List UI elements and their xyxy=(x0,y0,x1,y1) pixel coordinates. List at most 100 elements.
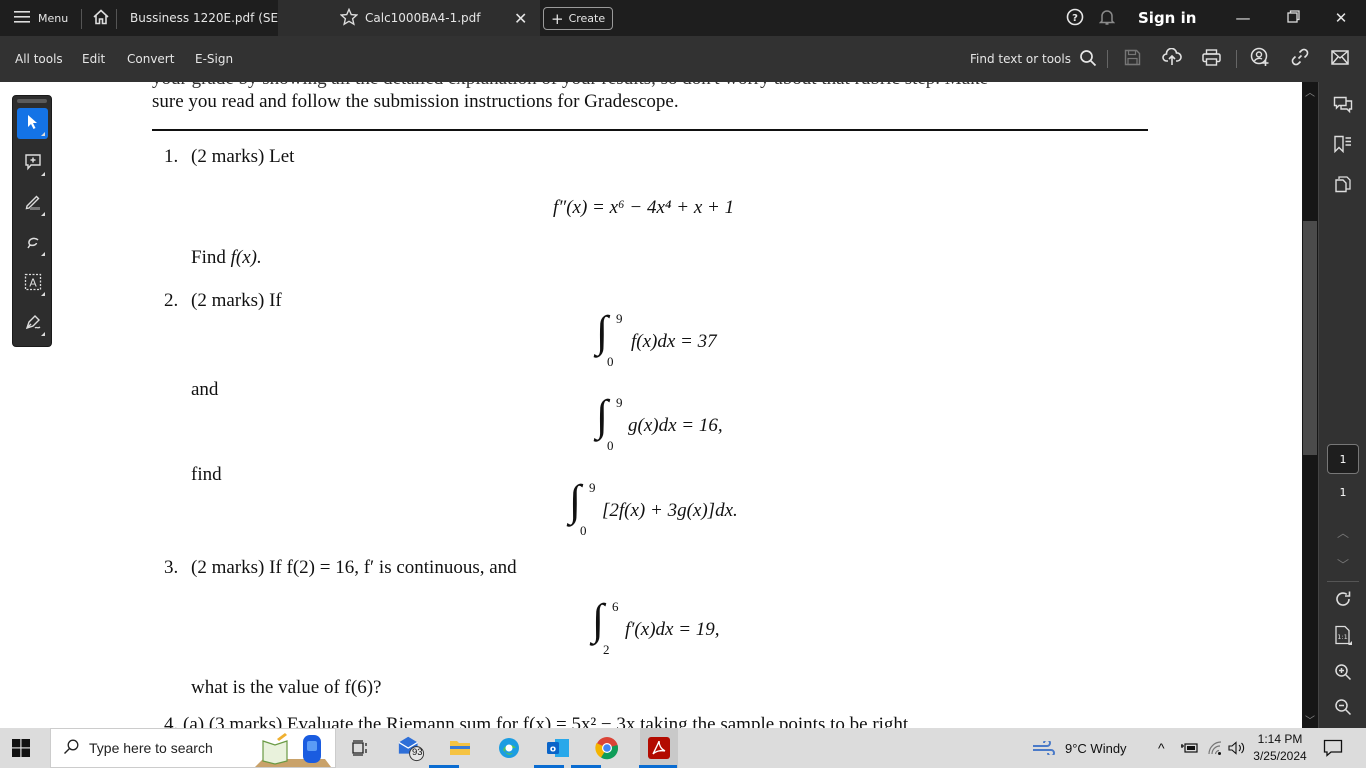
copy-link-button[interactable] xyxy=(1290,48,1310,70)
bell-icon xyxy=(1098,8,1116,29)
document-viewer[interactable]: your grade by showing all the detailed e… xyxy=(0,82,1302,728)
zoom-out-button[interactable] xyxy=(1331,697,1355,721)
scroll-up-arrow-icon[interactable]: ︿ xyxy=(1302,84,1318,99)
minimize-button[interactable]: — xyxy=(1220,0,1266,36)
save-button[interactable] xyxy=(1122,49,1142,69)
svg-text:1:1: 1:1 xyxy=(1337,633,1347,641)
upload-cloud-button[interactable] xyxy=(1162,47,1182,69)
drag-handle[interactable] xyxy=(17,99,47,103)
previous-page-button[interactable]: ︿ xyxy=(1331,520,1355,544)
restore-button[interactable] xyxy=(1270,0,1316,36)
minimize-icon: — xyxy=(1235,9,1251,27)
home-button[interactable] xyxy=(90,0,112,36)
battery-status[interactable] xyxy=(1180,728,1198,768)
help-icon: ? xyxy=(1066,8,1084,29)
current-page-input[interactable]: 1 xyxy=(1327,444,1359,474)
integrand: g(x)dx = 16, xyxy=(628,415,723,436)
acrobat-icon xyxy=(648,737,670,759)
pencil-highlight-icon xyxy=(24,193,42,215)
notification-center-button[interactable] xyxy=(1323,728,1343,768)
task-view-icon xyxy=(352,740,367,756)
scrollbar-thumb[interactable] xyxy=(1303,221,1317,455)
next-page-button[interactable]: ﹀ xyxy=(1331,552,1355,576)
highlight-tool[interactable] xyxy=(17,188,48,219)
divider xyxy=(1107,50,1108,68)
menu-convert[interactable]: Convert xyxy=(127,36,174,82)
question-3-number: 3. xyxy=(164,557,179,578)
quick-tools-palette: A xyxy=(12,95,52,347)
volume-control[interactable] xyxy=(1228,728,1246,768)
weather-widget[interactable]: 9°C Windy xyxy=(1032,728,1127,768)
chrome-button[interactable] xyxy=(593,734,621,762)
text-box-icon: A xyxy=(24,273,42,295)
comment-plus-icon xyxy=(24,153,42,175)
edge-icon xyxy=(499,738,519,758)
menu-e-sign[interactable]: E-Sign xyxy=(195,36,233,82)
find-word: Find xyxy=(191,247,226,268)
help-button[interactable]: ? xyxy=(1066,0,1084,36)
taskbar-search-box[interactable]: Type here to search xyxy=(50,728,336,768)
outlook-icon: o xyxy=(547,739,569,757)
fountain-pen-sign-icon xyxy=(24,313,42,335)
star-icon[interactable] xyxy=(339,7,359,29)
email-button[interactable] xyxy=(1330,49,1350,69)
intro-text: sure you read and follow the submission … xyxy=(152,91,679,112)
menu-edit[interactable]: Edit xyxy=(82,36,105,82)
find-label: Find text or tools xyxy=(970,52,1071,66)
create-button[interactable]: + Create xyxy=(543,7,614,30)
title-bar: Menu Bussiness 1220E.pdf (SECURED) Calc1… xyxy=(0,0,1366,36)
wifi-icon xyxy=(1208,741,1222,755)
system-clock[interactable]: 1:14 PM 3/25/2024 xyxy=(1250,731,1310,765)
zoom-in-button[interactable] xyxy=(1331,662,1355,686)
rotate-button[interactable] xyxy=(1331,589,1355,613)
hamburger-icon xyxy=(14,10,30,26)
sign-tool[interactable] xyxy=(17,308,48,339)
bookmarks-button[interactable] xyxy=(1331,134,1355,158)
home-icon xyxy=(92,8,110,28)
edge-browser-button[interactable] xyxy=(495,734,523,762)
save-icon xyxy=(1124,49,1141,70)
acrobat-button[interactable] xyxy=(640,728,678,768)
share-add-person-button[interactable] xyxy=(1250,47,1270,69)
page-fit-button[interactable]: 1:1 xyxy=(1331,625,1355,649)
menu-button[interactable]: Menu xyxy=(14,0,68,36)
print-button[interactable] xyxy=(1201,48,1221,69)
close-tab-icon[interactable]: ✕ xyxy=(514,9,527,28)
battery-charging-icon xyxy=(1181,743,1198,753)
file-explorer-button[interactable] xyxy=(446,734,474,762)
show-hidden-icons-button[interactable]: ^ xyxy=(1158,728,1165,768)
link-icon xyxy=(1291,48,1309,70)
network-status[interactable] xyxy=(1207,728,1223,768)
tab-calc-pdf[interactable]: Calc1000BA4-1.pdf ✕ xyxy=(278,0,540,36)
start-button[interactable] xyxy=(12,739,32,757)
total-pages: 1 xyxy=(1339,486,1347,499)
zoom-in-icon xyxy=(1334,663,1352,685)
mail-app-button[interactable]: 93 xyxy=(397,734,425,762)
cursor-arrow-icon xyxy=(26,114,40,134)
scroll-down-arrow-icon[interactable]: ﹀ xyxy=(1302,712,1318,727)
notifications-button[interactable] xyxy=(1098,0,1116,36)
windows-logo-icon xyxy=(12,739,30,757)
close-window-button[interactable]: ✕ xyxy=(1318,0,1364,36)
text-box-tool[interactable]: A xyxy=(17,268,48,299)
restore-icon xyxy=(1286,9,1300,27)
draw-freeform-tool[interactable] xyxy=(17,228,48,259)
task-view-button[interactable] xyxy=(346,734,374,762)
svg-text:o: o xyxy=(550,745,556,755)
page-thumbnails-button[interactable] xyxy=(1331,174,1355,198)
add-comment-tool[interactable] xyxy=(17,148,48,179)
pdf-page: your grade by showing all the detailed e… xyxy=(0,82,1302,728)
vertical-scrollbar[interactable]: ︿ ﹀ xyxy=(1302,82,1318,728)
upper-limit: 6 xyxy=(612,599,619,614)
outlook-button[interactable]: o xyxy=(544,734,572,762)
sign-in-button[interactable]: Sign in xyxy=(1138,0,1196,36)
chevron-down-icon: ﹀ xyxy=(1336,557,1349,572)
comments-button[interactable] xyxy=(1331,95,1355,119)
clock-time: 1:14 PM xyxy=(1257,732,1303,746)
zoom-out-icon xyxy=(1334,698,1352,720)
select-tool[interactable] xyxy=(17,108,48,139)
upper-limit: 9 xyxy=(616,311,623,326)
search-highlight-illustration-icon xyxy=(255,731,331,770)
find-text-or-tools[interactable]: Find text or tools xyxy=(970,36,1097,82)
menu-all-tools[interactable]: All tools xyxy=(15,36,63,82)
